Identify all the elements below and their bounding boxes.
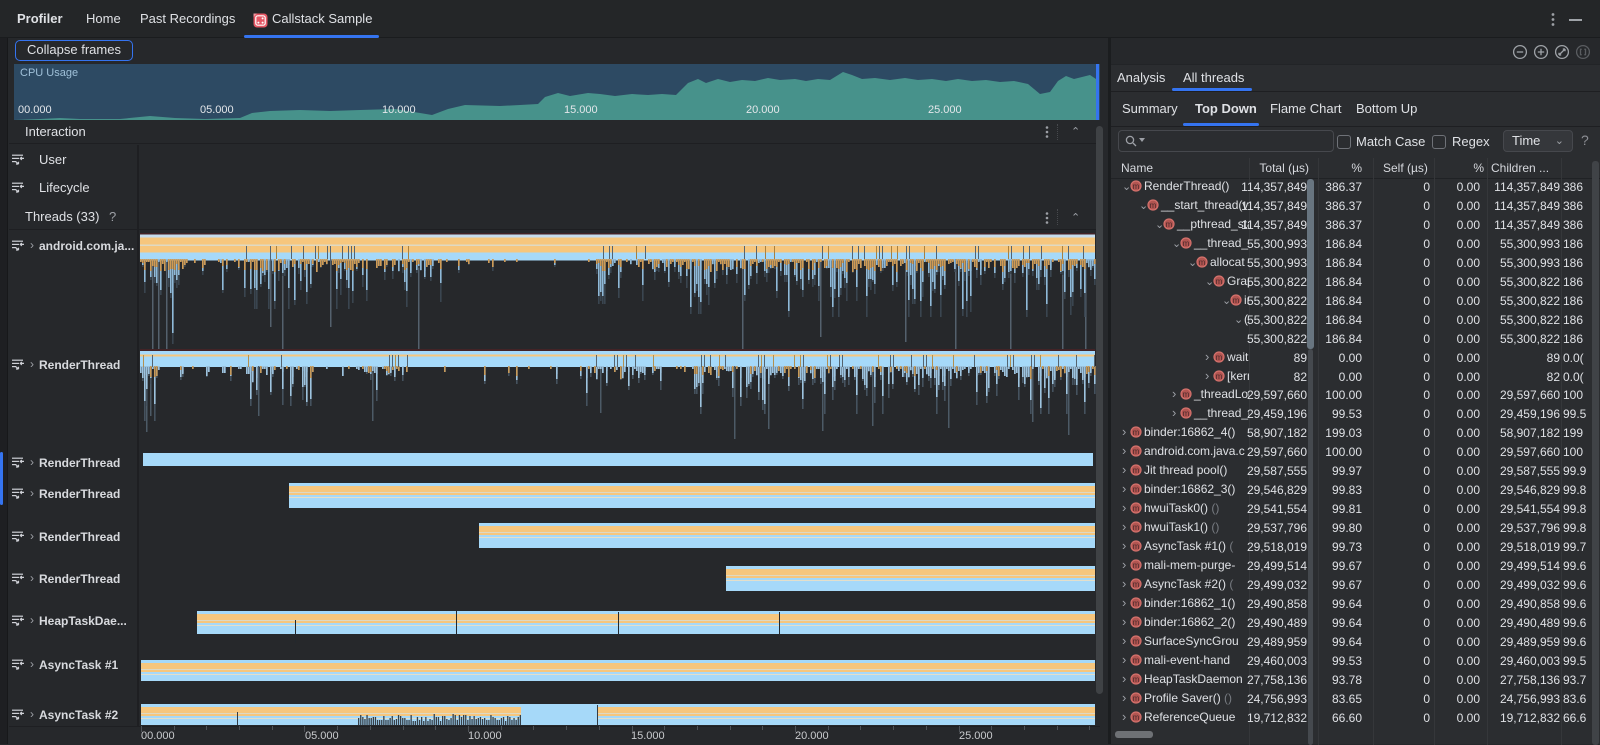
svg-text:m: m — [1133, 485, 1140, 494]
svg-text:m: m — [1133, 428, 1140, 437]
svg-text:m: m — [1216, 352, 1223, 361]
svg-text:m: m — [1183, 239, 1190, 248]
svg-text:m: m — [1133, 656, 1140, 665]
svg-text:m: m — [1133, 523, 1140, 532]
svg-text:m: m — [1166, 220, 1173, 229]
svg-text:m: m — [1133, 182, 1140, 191]
svg-text:m: m — [1133, 599, 1140, 608]
svg-text:m: m — [1133, 447, 1140, 456]
svg-text:m: m — [1133, 580, 1140, 589]
svg-text:m: m — [1183, 409, 1190, 418]
svg-text:m: m — [1150, 201, 1157, 210]
svg-text:m: m — [1133, 674, 1140, 683]
svg-text:m: m — [1133, 637, 1140, 646]
svg-text:m: m — [1133, 693, 1140, 702]
svg-text:m: m — [1216, 371, 1223, 380]
svg-text:m: m — [1133, 504, 1140, 513]
svg-text:m: m — [1199, 258, 1206, 267]
svg-text:m: m — [1133, 466, 1140, 475]
svg-text:m: m — [1183, 390, 1190, 399]
svg-text:m: m — [1216, 277, 1223, 286]
svg-text:m: m — [1133, 561, 1140, 570]
svg-text:m: m — [1133, 618, 1140, 627]
svg-text:m: m — [1133, 542, 1140, 551]
svg-text:m: m — [1133, 712, 1140, 721]
